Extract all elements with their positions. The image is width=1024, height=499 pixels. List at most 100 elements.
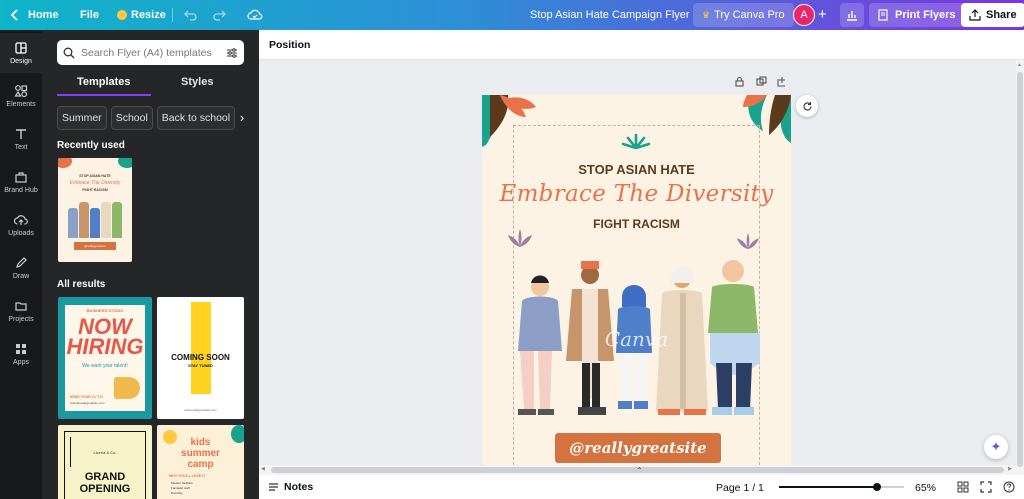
chip-back-to-school[interactable]: Back to school [156, 106, 236, 130]
scroll-left-arrow[interactable]: ◀ [261, 466, 265, 472]
duplicate-page-icon[interactable] [756, 76, 767, 87]
thumb-text: Modern facilities [171, 481, 193, 485]
rail-item-apps[interactable]: Apps [0, 334, 42, 374]
rail-item-text[interactable]: Text [0, 119, 42, 159]
site-handle-text: @reallygreatsite [569, 439, 707, 457]
add-collaborator-icon[interactable]: + [818, 6, 827, 23]
rail-label: Text [14, 144, 28, 151]
try-pro-label: Try Canva Pro [714, 9, 785, 21]
thumb-text: kids [190, 437, 211, 448]
zoom-level[interactable]: 65% [915, 482, 936, 494]
share-label: Share [986, 9, 1017, 21]
all-results-heading: All results [57, 279, 106, 290]
refresh-icon [803, 101, 812, 110]
thumb-text: STOP ASIAN HATE [79, 174, 111, 178]
avatar[interactable]: A [793, 4, 815, 26]
tab-styles[interactable]: Styles [151, 74, 245, 96]
rail-label: Draw [12, 273, 30, 280]
redo-icon[interactable] [212, 8, 226, 22]
thumb-text: www.reallygreatsite.com [184, 408, 217, 412]
recently-used-heading: Recently used [57, 140, 125, 151]
apps-icon [16, 344, 26, 354]
print-icon [878, 9, 888, 21]
thumb-text: We want your talent! [82, 363, 128, 369]
avatar-initial: A [800, 9, 808, 21]
thumb-text: Liceria & Co. [93, 450, 117, 455]
template-thumbnail-now-hiring[interactable]: BUSINESS STUDIO NOW HIRING We want your … [58, 297, 152, 419]
zoom-slider[interactable] [779, 483, 904, 491]
chip-school[interactable]: School [110, 106, 153, 130]
thumb-text: hello@reallygreatsite.com [70, 401, 105, 405]
rotate-button[interactable] [796, 95, 818, 117]
chevron-left-icon [10, 9, 18, 21]
rail-item-uploads[interactable]: Uploads [0, 205, 42, 245]
flyer-script-title[interactable]: Embrace The Diversity [482, 181, 791, 207]
page-indicator[interactable]: Page 1 / 1 [716, 482, 764, 494]
home-button[interactable]: Home [10, 0, 59, 30]
rail-item-projects[interactable]: Projects [0, 291, 42, 331]
file-menu-button[interactable]: File [80, 0, 99, 30]
cloud-saved-icon[interactable] [247, 8, 263, 22]
templates-panel: Templates Styles Summer School Back to s… [42, 30, 259, 499]
filter-icon[interactable] [226, 47, 238, 59]
magic-assistant-button[interactable]: ✦ [984, 435, 1008, 459]
show-pages-chevron[interactable]: ⌃ [636, 466, 643, 475]
flyer-headline[interactable]: STOP ASIAN HATE [482, 162, 791, 177]
undo-icon[interactable] [184, 8, 198, 22]
elements-icon [14, 85, 28, 98]
megaphone-icon [114, 377, 140, 399]
side-rail: Design Elements Text Brand Hub Uploads D… [0, 30, 42, 499]
chips-next-button[interactable]: › [235, 106, 249, 129]
rail-item-draw[interactable]: Draw [0, 248, 42, 288]
template-search-box[interactable] [57, 40, 244, 65]
help-icon[interactable] [1003, 481, 1015, 493]
thumb-text: COMING SOON [171, 353, 230, 362]
chip-summer[interactable]: Summer [57, 106, 107, 130]
leaf-sprig-right [737, 232, 759, 250]
document-title-text: Stop Asian Hate Campaign Flyer [530, 9, 690, 21]
search-input[interactable] [81, 46, 226, 59]
share-button[interactable]: Share [961, 3, 1024, 27]
resize-label: Resize [131, 9, 166, 21]
panel-tabs: Templates Styles [57, 74, 244, 96]
resize-button[interactable]: Resize [117, 0, 166, 30]
add-page-icon[interactable] [777, 76, 788, 87]
scroll-thumb[interactable] [1017, 72, 1023, 467]
thumb-text: Fantastic staff [171, 486, 190, 490]
crown-icon: ♛ [702, 9, 711, 20]
projects-icon [15, 302, 27, 311]
vertical-scrollbar[interactable]: ▲ [1016, 60, 1024, 475]
lock-icon[interactable] [734, 76, 745, 87]
rail-label: Projects [8, 316, 34, 323]
print-flyers-button[interactable]: Print Flyers [869, 3, 964, 27]
flyer-page[interactable]: STOP ASIAN HATE Embrace The Diversity FI… [482, 95, 791, 465]
try-canva-pro-button[interactable]: ♛ Try Canva Pro [693, 3, 794, 27]
scroll-up-arrow[interactable]: ▲ [1017, 62, 1022, 68]
fullscreen-icon[interactable] [980, 481, 992, 493]
uploads-icon [14, 215, 28, 225]
tab-templates[interactable]: Templates [57, 74, 151, 96]
grid-view-icon[interactable] [957, 481, 969, 493]
print-label: Print Flyers [895, 9, 956, 21]
rail-item-elements[interactable]: Elements [0, 76, 42, 116]
thumb-text: SEND YOUR CV TO: [70, 395, 104, 399]
insights-button[interactable] [840, 3, 864, 27]
crown-icon [117, 10, 127, 20]
rail-item-brand-hub[interactable]: Brand Hub [0, 162, 42, 202]
template-thumbnail-grand-opening[interactable]: Liceria & Co. GRAND OPENING [58, 425, 152, 499]
zoom-slider-knob[interactable] [873, 483, 881, 491]
share-icon [969, 9, 981, 21]
thumb-text: Embrace The Diversity [69, 180, 121, 186]
notes-button[interactable]: Notes [268, 481, 313, 493]
rail-label: Uploads [8, 230, 34, 237]
scroll-right-arrow[interactable]: ▶ [1008, 466, 1012, 472]
thumb-text: FIGHT RACISM [82, 188, 108, 192]
template-thumbnail-kids-summer-camp[interactable]: kids summer camp WHY YOU'LL LOVE IT Mode… [157, 425, 244, 499]
recent-template-thumbnail[interactable]: STOP ASIAN HATE Embrace The Diversity FI… [58, 158, 132, 262]
notes-label: Notes [284, 481, 314, 493]
position-button[interactable]: Position [269, 39, 310, 51]
site-banner[interactable]: @reallygreatsite [555, 433, 721, 463]
template-thumbnail-coming-soon[interactable]: COMING SOON STAY TUNED www.reallygreatsi… [157, 297, 244, 419]
rail-item-design[interactable]: Design [0, 33, 42, 73]
document-title[interactable]: Stop Asian Hate Campaign Flyer [530, 0, 690, 30]
